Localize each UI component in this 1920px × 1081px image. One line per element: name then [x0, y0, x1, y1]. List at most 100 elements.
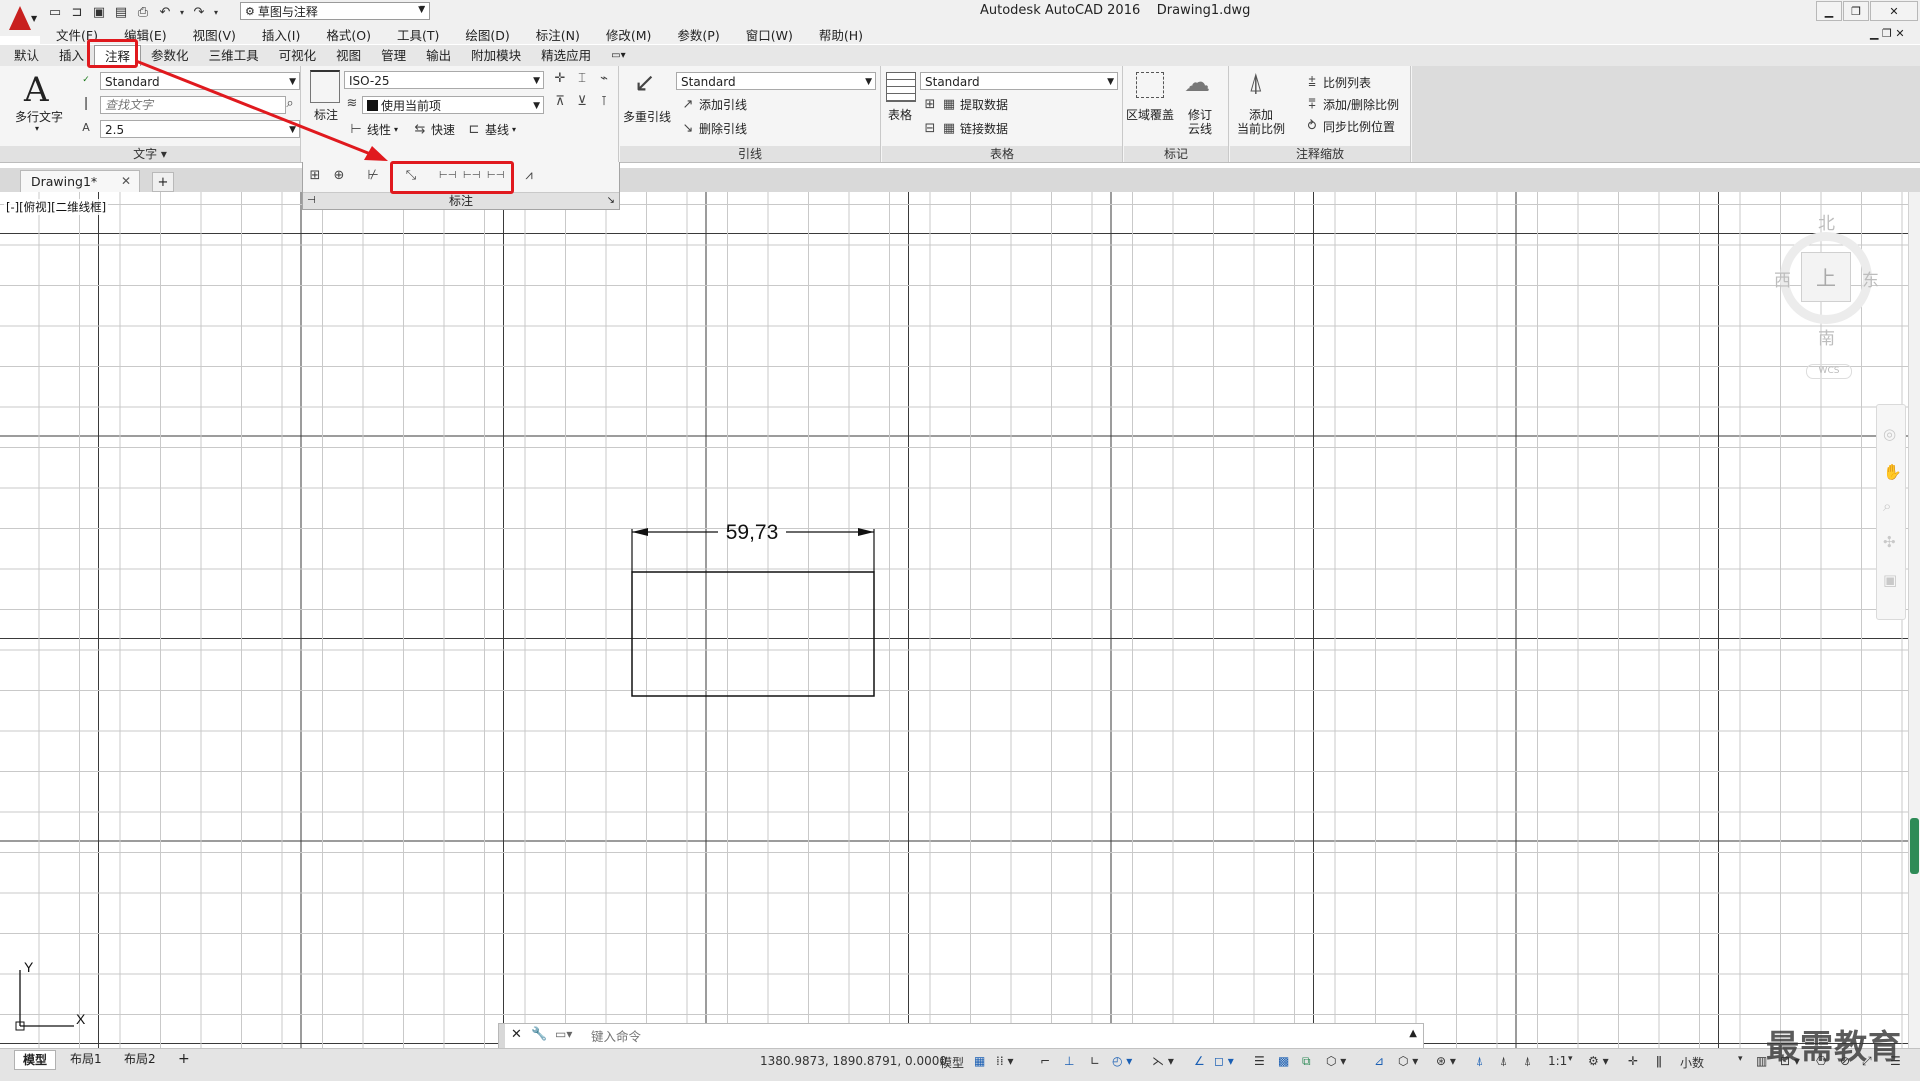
layout-tab-layout2[interactable]: 布局2	[116, 1050, 164, 1068]
object-snap-icon[interactable]: ◻ ▾	[1214, 1054, 1234, 1068]
multileader-label[interactable]: 多重引线	[622, 110, 672, 124]
menu-view[interactable]: 视图(V)	[180, 25, 249, 44]
annotation-scale-icon[interactable]: ⍋	[1524, 1054, 1531, 1069]
undo-icon[interactable]: ↶	[156, 3, 174, 21]
model-space-button[interactable]: 模型	[940, 1054, 964, 1071]
wipeout-label[interactable]: 区域覆盖	[1124, 108, 1176, 122]
extract-data-button[interactable]: ⊞ ▦ 提取数据	[922, 96, 1008, 113]
mtext-icon[interactable]: A	[24, 70, 49, 110]
new-file-icon[interactable]: ▭	[46, 3, 64, 21]
compass-north[interactable]: 北	[1818, 209, 1835, 234]
compass-south[interactable]: 南	[1818, 324, 1835, 349]
annotation-visibility-icon[interactable]: ⍋	[1476, 1054, 1483, 1069]
auto-scale-icon[interactable]: ⍋	[1500, 1054, 1507, 1069]
chevron-down-icon[interactable]: ▾	[212, 3, 220, 21]
showmotion-icon[interactable]: ▣	[1883, 571, 1897, 589]
close-icon[interactable]: ✕	[121, 174, 131, 188]
pan-icon[interactable]: ✋	[1883, 463, 1902, 481]
panel-expand-icon[interactable]: ↘	[607, 193, 615, 209]
redo-icon[interactable]: ↷	[190, 3, 208, 21]
baseline-dim-button[interactable]: ⊏ 基线 ▾	[466, 121, 516, 138]
lineweight-icon[interactable]: ☰	[1254, 1054, 1265, 1068]
dynamic-ucs-icon[interactable]: ⊿	[1374, 1054, 1384, 1068]
add-scale-icon[interactable]: ⍋	[1248, 68, 1264, 99]
dimension-panel-title[interactable]: ⊣ 标注 ↘	[303, 192, 619, 209]
layer-icon[interactable]: ≋	[344, 96, 360, 112]
spellcheck-icon[interactable]: ✓	[78, 72, 94, 88]
layout-tab-model[interactable]: 模型	[14, 1050, 57, 1070]
infer-constraints-icon[interactable]: ⌐	[1040, 1054, 1050, 1068]
table-panel-title[interactable]: 表格	[882, 146, 1122, 162]
orbit-icon[interactable]: ✣	[1883, 533, 1896, 551]
tab-manage[interactable]: 管理	[371, 45, 416, 66]
menu-help[interactable]: 帮助(H)	[806, 25, 876, 44]
polar-tracking-icon[interactable]: ◴ ▾	[1112, 1054, 1132, 1068]
text-height-icon[interactable]: A	[78, 120, 94, 136]
units-value[interactable]: 小数	[1680, 1054, 1704, 1071]
text-style-select[interactable]: Standard ▼	[100, 72, 300, 90]
menu-parametric[interactable]: 参数(P)	[664, 25, 732, 44]
update-dim-icon[interactable]: ⊻	[574, 94, 590, 110]
tab-output[interactable]: 输出	[416, 45, 461, 66]
close-window-button[interactable]: ✕	[1870, 1, 1918, 21]
dim-tolerance-icon[interactable]: ⊞	[307, 168, 323, 184]
annotation-scaling-panel-title[interactable]: 注释缩放	[1230, 146, 1410, 162]
table-label[interactable]: 表格	[882, 108, 918, 122]
drawing-entities[interactable]: 59,73	[620, 515, 880, 700]
tab-view[interactable]: 视图	[326, 45, 371, 66]
object-snap-tracking-icon[interactable]: ∠	[1194, 1054, 1205, 1068]
dim-oblique-icon[interactable]: ⊬	[365, 168, 381, 184]
chevron-down-icon[interactable]: ▾	[420, 3, 425, 14]
vertical-scrollbar[interactable]	[1908, 192, 1920, 1048]
chevron-down-icon[interactable]: ▾	[1568, 1054, 1573, 1064]
pin-icon[interactable]: ⊣	[307, 193, 316, 209]
layout-tab-layout1[interactable]: 布局1	[62, 1050, 110, 1068]
menu-window[interactable]: 窗口(W)	[733, 25, 806, 44]
drawing-window-controls[interactable]: ▁ ❐ ✕	[1870, 27, 1905, 40]
zoom-icon[interactable]: ⌕	[1883, 497, 1891, 515]
close-icon[interactable]: ✕	[511, 1027, 522, 1042]
selection-cycling-icon[interactable]: ⧉	[1302, 1054, 1311, 1069]
viewcube-top-face[interactable]: 上	[1801, 252, 1851, 302]
isodraft-icon[interactable]: ⋋ ▾	[1152, 1054, 1174, 1068]
leader-style-select[interactable]: Standard ▼	[676, 72, 876, 90]
revcloud-icon[interactable]: ☁	[1184, 68, 1210, 98]
add-delete-scale-button[interactable]: ⩱ 添加/删除比例	[1304, 96, 1399, 113]
tab-visualize[interactable]: 可视化	[269, 45, 327, 66]
menu-format[interactable]: 格式(O)	[313, 25, 384, 44]
leader-panel-title[interactable]: 引线	[620, 146, 880, 162]
text-panel-title[interactable]: 文字 ▾	[0, 146, 300, 162]
mtext-label[interactable]: 多行文字	[8, 110, 70, 124]
restore-button[interactable]: ❐	[1843, 1, 1869, 21]
add-leader-button[interactable]: ↗ 添加引线	[680, 96, 747, 113]
jogged-line-icon[interactable]: ⌁	[596, 71, 612, 87]
wcs-menu[interactable]: WCS	[1806, 364, 1852, 379]
text-align-icon[interactable]: ǀ	[78, 96, 94, 112]
menu-draw[interactable]: 绘图(D)	[452, 25, 522, 44]
new-tab-button[interactable]: +	[152, 172, 174, 192]
dimension-big-label[interactable]: 标注	[306, 108, 346, 122]
ribbon-display-toggle-icon[interactable]: ▭▾	[601, 45, 635, 66]
recent-commands-icon[interactable]: ▭▾	[555, 1027, 572, 1041]
annotation-monitor-icon[interactable]: ✛	[1628, 1054, 1638, 1068]
tab-featured-apps[interactable]: 精选应用	[531, 45, 601, 66]
chevron-down-icon[interactable]: ▾	[178, 3, 186, 21]
coordinates-readout[interactable]: 1380.9873, 1890.8791, 0.0000	[760, 1054, 947, 1068]
dynamic-input-icon[interactable]: ⊥	[1064, 1054, 1074, 1068]
dim-space-icon[interactable]: ⌶	[574, 71, 590, 87]
print-icon[interactable]: ⎙	[134, 3, 152, 21]
drawing-canvas[interactable]	[0, 192, 1908, 1048]
units-icon[interactable]: ǁ	[1656, 1054, 1662, 1068]
application-menu-button[interactable]: ▼	[0, 0, 40, 36]
center-mark-icon[interactable]: ⊕	[331, 168, 347, 184]
sync-scale-button[interactable]: ⥁ 同步比例位置	[1304, 118, 1395, 135]
dim-break-icon[interactable]: ✛	[552, 71, 568, 87]
markup-panel-title[interactable]: 标记	[1124, 146, 1228, 162]
tab-default[interactable]: 默认	[4, 45, 49, 66]
add-current-scale-label[interactable]: 添加 当前比例	[1230, 108, 1292, 136]
gizmo-icon[interactable]: ⊛ ▾	[1436, 1054, 1456, 1068]
revcloud-label[interactable]: 修订 云线	[1180, 108, 1220, 136]
3d-osnap-icon[interactable]: ⬡ ▾	[1326, 1054, 1346, 1068]
command-line-grip[interactable]	[499, 1024, 505, 1048]
menu-dimension[interactable]: 标注(N)	[523, 25, 593, 44]
